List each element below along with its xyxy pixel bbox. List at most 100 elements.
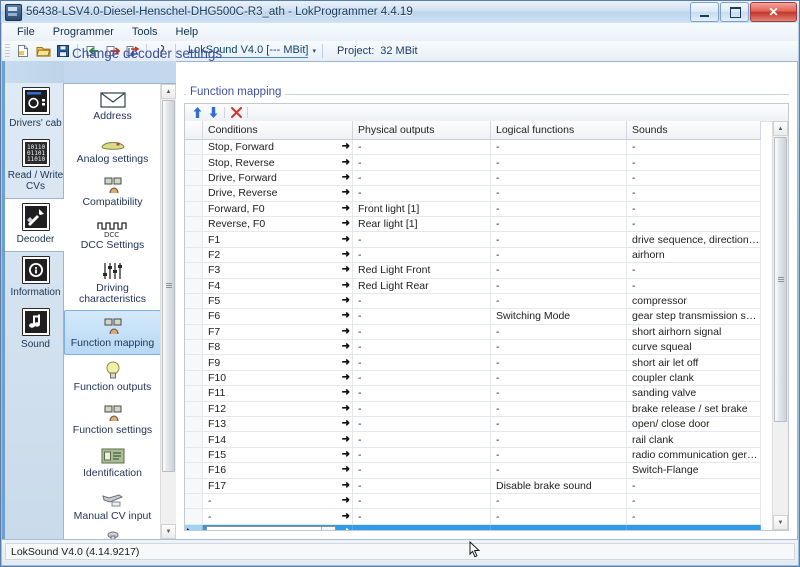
cell-physical-outputs[interactable]: Red Light Front xyxy=(352,262,491,279)
cell-physical-outputs[interactable]: - xyxy=(352,431,491,448)
row-selector-cell[interactable] xyxy=(185,293,203,310)
cell-physical-outputs[interactable]: - xyxy=(352,462,491,479)
cell-logical-functions[interactable]: - xyxy=(490,401,627,418)
grid-scroll-up-button[interactable]: ▲ xyxy=(773,121,788,136)
cell-logical-functions[interactable]: - xyxy=(490,170,627,187)
delete-row-button[interactable] xyxy=(228,105,244,120)
cell-physical-outputs[interactable]: - xyxy=(352,324,491,341)
cell-logical-functions[interactable]: - xyxy=(490,201,627,217)
cell-logical-functions[interactable]: - xyxy=(490,216,627,233)
cell-logical-functions[interactable]: Switching Mode xyxy=(490,308,627,325)
cell-logical-functions[interactable]: - xyxy=(490,493,627,510)
cell-physical-outputs[interactable]: - xyxy=(352,231,491,248)
move-down-button[interactable] xyxy=(205,105,221,120)
rail-item-decoder[interactable]: Decoder xyxy=(5,198,67,252)
cell-logical-functions[interactable]: - xyxy=(490,293,627,310)
cell-logical-functions[interactable]: - xyxy=(490,447,627,464)
table-row[interactable]: F17 ➜ - Disable brake sound - xyxy=(185,478,761,494)
row-selector-cell[interactable] xyxy=(185,154,203,171)
row-selector-cell[interactable] xyxy=(185,524,203,530)
table-row[interactable]: F8 ➜ - - curve squeal xyxy=(185,339,761,356)
move-up-button[interactable] xyxy=(189,105,205,120)
nav-item-compatibility[interactable]: Compatibility xyxy=(64,170,161,213)
maximize-button[interactable] xyxy=(720,2,749,22)
cell-conditions[interactable]: Reverse, F0 ➜ xyxy=(202,216,353,233)
column-header-physical-outputs[interactable]: Physical outputs xyxy=(352,121,491,140)
cell-sounds[interactable]: - xyxy=(626,185,761,202)
row-selector-cell[interactable] xyxy=(185,170,203,187)
cell-physical-outputs[interactable]: - xyxy=(352,339,491,356)
cell-logical-functions[interactable]: - xyxy=(490,431,627,448)
close-button[interactable]: ✕ xyxy=(750,2,797,22)
cell-physical-outputs[interactable]: - xyxy=(352,447,491,464)
cell-sounds[interactable]: - xyxy=(626,493,761,510)
menu-item-tools[interactable]: Tools xyxy=(123,24,167,40)
row-selector-cell[interactable] xyxy=(185,416,203,433)
row-selector-cell[interactable] xyxy=(185,247,203,264)
cell-conditions[interactable]: F12 ➜ xyxy=(202,401,353,418)
minimize-button[interactable] xyxy=(690,2,719,22)
nav-item-dcc-settings[interactable]: DCC DCC Settings xyxy=(64,213,161,256)
row-selector-cell[interactable] xyxy=(185,385,203,402)
row-selector-cell[interactable] xyxy=(185,231,203,248)
cell-physical-outputs[interactable]: - xyxy=(352,478,491,494)
cell-logical-functions[interactable]: - xyxy=(490,385,627,402)
row-selector-cell[interactable] xyxy=(185,401,203,418)
table-row[interactable]: F7 ➜ - - short airhorn signal xyxy=(185,324,761,341)
cell-conditions[interactable]: Forward, F0 ➜ xyxy=(202,201,353,217)
nav-item-driving-characteristics[interactable]: Driving characteristics xyxy=(64,256,161,310)
cell-sounds[interactable]: - xyxy=(626,262,761,279)
cell-conditions[interactable]: F5 ➜ xyxy=(202,293,353,310)
menu-item-file[interactable]: File xyxy=(8,24,44,40)
chevron-down-icon[interactable]: ▾ xyxy=(321,526,335,530)
table-row[interactable]: F9 ➜ - - short air let off xyxy=(185,354,761,371)
save-file-button[interactable] xyxy=(53,42,73,60)
table-row[interactable]: F11 ➜ - - sanding valve xyxy=(185,385,761,402)
table-row[interactable]: Stop, Forward ➜ - - - xyxy=(185,139,761,156)
cell-conditions[interactable]: F7 ➜ xyxy=(202,324,353,341)
table-row[interactable]: Drive, Forward ➜ - - - xyxy=(185,170,761,187)
cell-conditions[interactable]: F9 ➜ xyxy=(202,354,353,371)
cell-sounds[interactable]: drive sequence, direction switch xyxy=(626,231,761,248)
row-selector-cell[interactable] xyxy=(185,262,203,279)
table-row[interactable]: -▾➜--- xyxy=(185,524,761,530)
cell-logical-functions[interactable]: - xyxy=(490,278,627,294)
cell-physical-outputs[interactable]: - xyxy=(352,416,491,433)
cell-conditions[interactable]: Drive, Forward ➜ xyxy=(202,170,353,187)
cell-conditions[interactable]: F10 ➜ xyxy=(202,370,353,387)
cell-sounds[interactable]: brake release / set brake xyxy=(626,401,761,418)
column-header-conditions[interactable]: Conditions xyxy=(202,121,353,140)
cell-physical-outputs[interactable]: - xyxy=(352,154,491,171)
grid-scroll-down-button[interactable]: ▼ xyxy=(773,515,788,530)
cell-sounds[interactable]: - xyxy=(626,201,761,217)
cell-physical-outputs[interactable]: - xyxy=(352,370,491,387)
grid-scroll-thumb[interactable] xyxy=(774,137,787,422)
table-row[interactable]: F14 ➜ - - rail clank xyxy=(185,431,761,448)
table-row[interactable]: F16 ➜ - - Switch-Flange xyxy=(185,462,761,479)
cell-logical-functions[interactable]: - xyxy=(490,154,627,171)
row-selector-cell[interactable] xyxy=(185,447,203,464)
cell-conditions[interactable]: F4 ➜ xyxy=(202,278,353,294)
cell-physical-outputs[interactable]: - xyxy=(352,293,491,310)
cell-conditions[interactable]: F6 ➜ xyxy=(202,308,353,325)
table-row[interactable]: Stop, Reverse ➜ - - - xyxy=(185,154,761,171)
row-selector-cell[interactable] xyxy=(185,324,203,341)
table-row[interactable]: - ➜ - - - xyxy=(185,508,761,525)
cell-sounds[interactable]: short airhorn signal xyxy=(626,324,761,341)
cell-logical-functions[interactable]: - xyxy=(490,339,627,356)
column-header-sounds[interactable]: Sounds xyxy=(626,121,761,140)
rail-item-read-write-cvs[interactable]: 10110 01101 11010 Read / Write CVs xyxy=(5,135,66,198)
cell-physical-outputs[interactable]: - xyxy=(352,247,491,264)
cell-conditions[interactable]: Stop, Reverse ➜ xyxy=(202,154,353,171)
table-row[interactable]: Reverse, F0 ➜ Rear light [1] - - xyxy=(185,216,761,233)
cell-sounds[interactable]: Switch-Flange xyxy=(626,462,761,479)
cell-physical-outputs[interactable]: Red Light Rear xyxy=(352,278,491,294)
cell-sounds[interactable]: - xyxy=(626,278,761,294)
table-row[interactable]: F3 ➜ Red Light Front - - xyxy=(185,262,761,279)
nav-item-function-outputs[interactable]: Function outputs xyxy=(64,355,161,398)
cell-physical-outputs[interactable]: - xyxy=(352,493,491,510)
cell-conditions[interactable]: Stop, Forward ➜ xyxy=(202,139,353,156)
cell-sounds[interactable]: compressor xyxy=(626,293,761,310)
cell-conditions[interactable]: F13 ➜ xyxy=(202,416,353,433)
open-file-button[interactable] xyxy=(33,42,53,60)
